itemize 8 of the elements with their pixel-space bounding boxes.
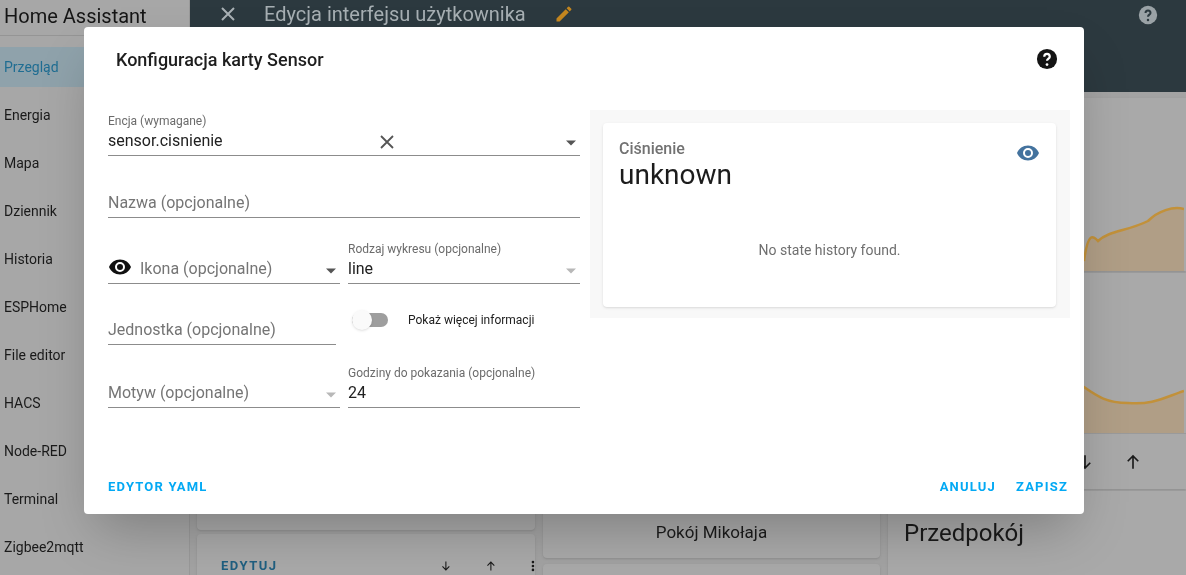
sensor-name: Ciśnienie xyxy=(619,141,685,157)
toolbar-title: Edycja interfejsu użytkownika xyxy=(264,4,526,24)
dialog-title: Konfiguracja karty Sensor xyxy=(116,47,324,72)
sensor-state: unknown xyxy=(619,161,733,189)
empty-message: No state history found. xyxy=(758,241,901,260)
app-title: Home Assistant xyxy=(4,6,147,26)
area-title: Przedpokój xyxy=(904,519,1024,547)
toggle-label: Pokaż więcej informacji xyxy=(408,311,535,329)
